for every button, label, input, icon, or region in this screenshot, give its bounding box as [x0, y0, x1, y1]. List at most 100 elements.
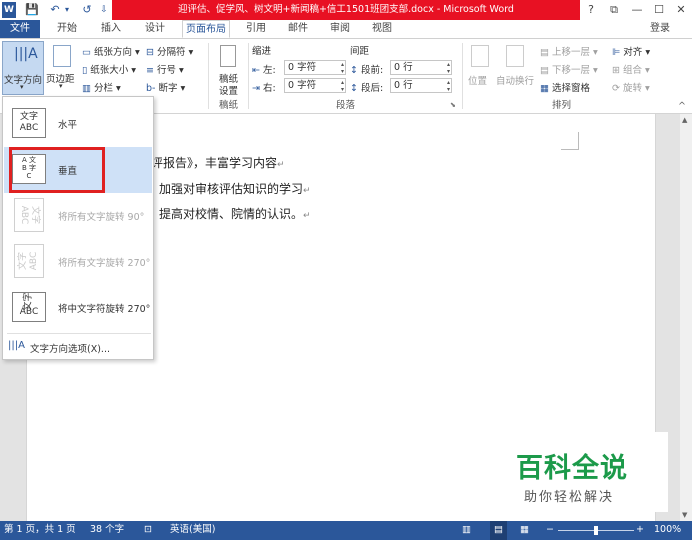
- collapse-ribbon-icon[interactable]: ^: [678, 101, 686, 112]
- draft-paper-label-2: 设置: [219, 86, 239, 97]
- hyphenation-label: 断字 ▾: [158, 83, 186, 94]
- align-icon: ⊫: [612, 47, 624, 58]
- draft-paper-button[interactable]: 稿纸 设置: [212, 41, 246, 97]
- web-layout-icon[interactable]: ▦: [520, 521, 529, 540]
- status-bar: 第 1 页，共 1 页 38 个字 ⊡ 英语(美国) ▥ ▤ ▦ − + 100…: [0, 521, 692, 540]
- watermark-title: 百科全说: [516, 453, 628, 484]
- proofing-icon[interactable]: ⊡: [144, 521, 152, 540]
- undo-dropdown-icon[interactable]: ▾: [63, 2, 71, 18]
- zoom-in-icon[interactable]: +: [636, 521, 644, 540]
- print-layout-icon[interactable]: ▤: [490, 521, 507, 540]
- orientation-label: 纸张方向 ▾: [94, 47, 140, 58]
- document-line-1[interactable]: 评报告》，丰富学习内容↵: [151, 154, 285, 171]
- orientation-button[interactable]: ▭ 纸张方向 ▾: [82, 44, 140, 58]
- tab-references[interactable]: 引用: [238, 20, 274, 38]
- margins-button[interactable]: 页边距 ▾: [46, 41, 78, 95]
- minimize-button[interactable]: —: [626, 0, 648, 20]
- document-line-2[interactable]: 加强对审核评估知识的学习↵: [159, 180, 311, 197]
- vertical-scrollbar[interactable]: ▲ ▼: [680, 114, 692, 521]
- ribbon-display-options-icon[interactable]: ⧉: [603, 0, 625, 20]
- annotation-highlight-box: [9, 147, 105, 193]
- document-line-3[interactable]: 提高对校情、院情的认识。↵: [159, 205, 311, 222]
- text-direction-options-icon: |||A: [8, 340, 25, 351]
- tab-review[interactable]: 审阅: [322, 20, 358, 38]
- hyphenation-icon: b-: [146, 83, 159, 94]
- language-indicator[interactable]: 英语(美国): [170, 521, 215, 540]
- menu-item-rotate-chinese-270[interactable]: 文字 ABC 将中文字符旋转 270°: [4, 285, 152, 331]
- line-numbers-button[interactable]: ≡ 行号 ▾: [146, 62, 184, 76]
- columns-button[interactable]: ▥ 分栏 ▾: [82, 80, 121, 94]
- spinner-arrows-icon[interactable]: ▴ ▾: [447, 79, 450, 93]
- close-button[interactable]: ✕: [670, 0, 692, 20]
- menu-item-label: 将中文字符旋转 270°: [58, 304, 151, 315]
- undo-icon[interactable]: ↶: [48, 2, 62, 18]
- position-button[interactable]: 位置: [466, 41, 494, 97]
- word-app-icon[interactable]: W: [2, 2, 16, 18]
- text-direction-button[interactable]: |||A 文字方向 ▾: [2, 41, 44, 95]
- window-title: 迎评估、促学风、树文明+新闻稿+信工1501班团支部.docx - Micros…: [112, 0, 580, 20]
- send-backward-button[interactable]: ▤ 下移一层 ▾: [540, 62, 598, 76]
- tab-insert[interactable]: 插入: [92, 20, 130, 38]
- save-icon[interactable]: 💾: [24, 2, 40, 18]
- breaks-label: 分隔符 ▾: [156, 47, 194, 58]
- tab-mailings[interactable]: 邮件: [280, 20, 316, 38]
- rotate-90-text-icon: 文字 ABC: [14, 198, 44, 232]
- spinner-arrows-icon[interactable]: ▴ ▾: [447, 61, 450, 75]
- text-direction-icon: |||A: [14, 46, 38, 62]
- wrap-text-icon: [506, 45, 524, 67]
- size-button[interactable]: ▯ 纸张大小 ▾: [82, 62, 136, 76]
- rotate-button[interactable]: ⟳ 旋转 ▾: [612, 80, 650, 94]
- spacing-before-field[interactable]: 0 行 ▴ ▾: [390, 60, 452, 75]
- tab-page-layout[interactable]: 页面布局: [182, 20, 230, 38]
- group-button[interactable]: ⊞ 组合 ▾: [612, 62, 650, 76]
- help-button[interactable]: ?: [580, 0, 602, 20]
- redo-icon[interactable]: ↺: [80, 2, 94, 18]
- zoom-out-icon[interactable]: −: [546, 521, 554, 540]
- menu-item-text-direction-options[interactable]: |||A 文字方向选项(X)...: [4, 337, 152, 357]
- scroll-down-icon[interactable]: ▼: [682, 511, 687, 519]
- menu-item-horizontal[interactable]: 文字 ABC 水平: [4, 101, 152, 147]
- line-numbers-label: 行号 ▾: [156, 65, 184, 76]
- indent-right-label: ⇥ 右:: [252, 83, 276, 94]
- group-icon: ⊞: [612, 65, 623, 76]
- tab-file[interactable]: 文件: [0, 20, 40, 38]
- selection-pane-button[interactable]: ▦ 选择窗格: [540, 80, 590, 94]
- tab-home[interactable]: 开始: [48, 20, 86, 38]
- group-label-arrange: 排列: [552, 100, 572, 111]
- align-button[interactable]: ⊫ 对齐 ▾: [612, 44, 650, 58]
- columns-icon: ▥: [82, 83, 94, 94]
- tab-design[interactable]: 设计: [136, 20, 174, 38]
- zoom-level[interactable]: 100%: [654, 521, 681, 540]
- hyphenation-button[interactable]: b- 断字 ▾: [146, 80, 185, 94]
- customize-toolbar-icon[interactable]: ⇩: [98, 2, 110, 18]
- indent-left-field[interactable]: 0 字符 ▴ ▾: [284, 60, 346, 75]
- scroll-up-icon[interactable]: ▲: [682, 116, 687, 124]
- wrap-text-button[interactable]: 自动换行: [496, 41, 536, 97]
- read-mode-icon[interactable]: ▥: [462, 521, 471, 540]
- rotate-270-text-icon: 文字 ABC: [14, 244, 44, 278]
- spinner-arrows-icon[interactable]: ▴ ▾: [341, 79, 344, 93]
- ribbon-tabs: 文件 开始 插入 设计 页面布局 引用 邮件 审阅 视图 登录: [0, 20, 692, 38]
- menu-separator: [7, 333, 151, 334]
- login-link[interactable]: 登录: [650, 20, 670, 38]
- menu-item-rotate-270: 文字 ABC 将所有文字旋转 270°: [4, 239, 152, 285]
- chevron-down-icon: ▾: [20, 83, 24, 91]
- word-count[interactable]: 38 个字: [90, 521, 124, 540]
- chevron-down-icon: ▾: [59, 82, 63, 90]
- menu-item-label: 将所有文字旋转 90°: [58, 212, 145, 223]
- bring-forward-button[interactable]: ▤ 上移一层 ▾: [540, 44, 598, 58]
- spacing-after-field[interactable]: 0 行 ▴ ▾: [390, 78, 452, 93]
- zoom-slider-thumb[interactable]: [594, 526, 598, 535]
- paragraph-dialog-launcher-icon[interactable]: ⬊: [450, 101, 456, 109]
- position-icon: [471, 45, 489, 67]
- indent-right-field[interactable]: 0 字符 ▴ ▾: [284, 78, 346, 93]
- maximize-button[interactable]: ☐: [648, 0, 670, 20]
- menu-item-label: 文字方向选项(X)...: [30, 344, 110, 355]
- spinner-arrows-icon[interactable]: ▴ ▾: [341, 61, 344, 75]
- page-count[interactable]: 第 1 页，共 1 页: [4, 521, 76, 540]
- breaks-button[interactable]: ⊟ 分隔符 ▾: [146, 44, 193, 58]
- wrap-text-label: 自动换行: [496, 76, 535, 87]
- draft-paper-icon: [220, 45, 236, 67]
- tab-view[interactable]: 视图: [364, 20, 400, 38]
- horizontal-text-icon: 文字 ABC: [12, 108, 46, 138]
